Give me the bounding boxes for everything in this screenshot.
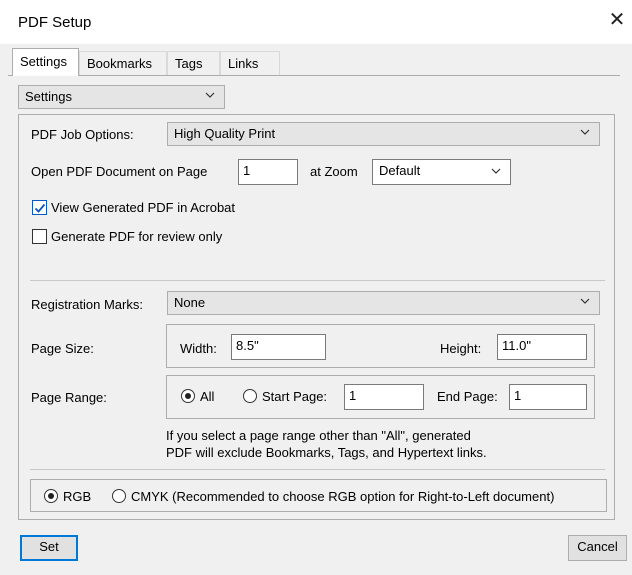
divider — [30, 469, 605, 470]
all-radio[interactable] — [181, 389, 195, 403]
start-page-input[interactable]: 1 — [344, 384, 424, 410]
view-generated-label: View Generated PDF in Acrobat — [51, 200, 236, 215]
start-page-radio[interactable] — [243, 389, 257, 403]
height-label: Height: — [440, 341, 482, 356]
registration-label: Registration Marks: — [31, 297, 143, 312]
end-page-label: End Page: — [437, 389, 498, 404]
view-select[interactable]: Settings — [18, 85, 225, 109]
chevron-down-icon — [205, 92, 215, 98]
view-select-value: Settings — [25, 89, 72, 104]
page-range-note-1: If you select a page range other than "A… — [166, 428, 471, 443]
all-label: All — [200, 389, 215, 404]
tab-tags[interactable]: Tags — [167, 51, 220, 75]
registration-select[interactable]: None — [167, 291, 600, 315]
tab-settings[interactable]: Settings — [12, 48, 79, 76]
open-page-input[interactable]: 1 — [238, 159, 298, 185]
divider — [30, 280, 605, 281]
tab-links[interactable]: Links — [220, 51, 280, 75]
tab-strip-line — [8, 75, 620, 76]
zoom-select[interactable]: Default — [372, 159, 511, 185]
tab-bookmarks[interactable]: Bookmarks — [79, 51, 167, 75]
zoom-label: at Zoom — [310, 164, 358, 179]
radio-dot — [48, 493, 54, 499]
page-range-note-2: PDF will exclude Bookmarks, Tags, and Hy… — [166, 445, 487, 460]
job-options-select[interactable]: High Quality Print — [167, 122, 600, 146]
zoom-value: Default — [379, 163, 421, 178]
open-page-label: Open PDF Document on Page — [31, 164, 208, 179]
view-generated-checkbox[interactable] — [32, 200, 47, 215]
height-input[interactable]: 11.0" — [497, 334, 587, 360]
chevron-down-icon — [580, 129, 590, 135]
checkmark-icon — [34, 203, 46, 213]
width-label: Width: — [180, 341, 217, 356]
review-only-checkbox[interactable] — [32, 229, 47, 244]
start-page-label: Start Page: — [262, 389, 328, 404]
job-options-value: High Quality Print — [174, 126, 276, 141]
page-range-label: Page Range: — [31, 390, 107, 405]
close-icon[interactable]: ✕ — [602, 10, 632, 30]
radio-dot — [185, 393, 191, 399]
title-bar — [0, 0, 632, 44]
cmyk-radio[interactable] — [112, 489, 126, 503]
job-options-label: PDF Job Options: — [31, 127, 134, 142]
review-only-label: Generate PDF for review only — [51, 229, 223, 244]
width-input[interactable]: 8.5" — [231, 334, 326, 360]
cancel-button[interactable]: Cancel — [568, 535, 627, 561]
page-size-label: Page Size: — [31, 341, 94, 356]
end-page-input[interactable]: 1 — [509, 384, 587, 410]
registration-value: None — [174, 295, 206, 310]
chevron-down-icon — [491, 168, 501, 174]
set-button[interactable]: Set — [20, 535, 78, 561]
rgb-label: RGB — [63, 489, 92, 504]
window-title: PDF Setup — [18, 14, 92, 31]
rgb-radio[interactable] — [44, 489, 58, 503]
chevron-down-icon — [580, 298, 590, 304]
cmyk-label: CMYK (Recommended to choose RGB option f… — [131, 489, 555, 504]
